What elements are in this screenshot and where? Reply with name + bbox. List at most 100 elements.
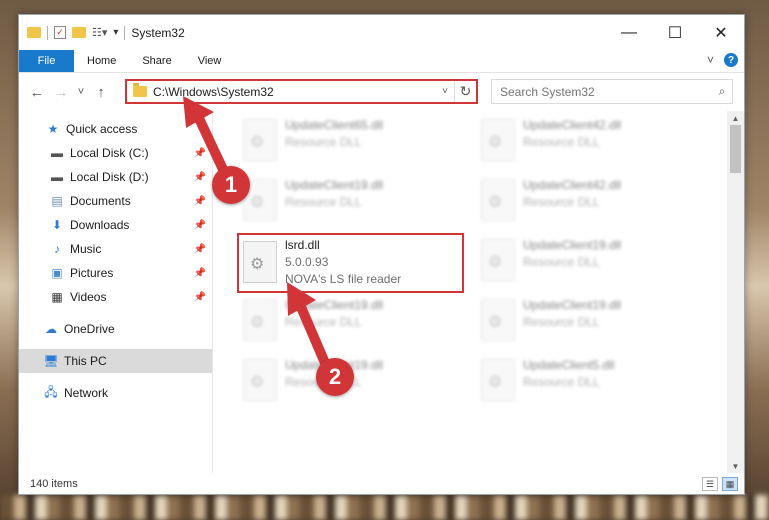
back-button[interactable]: ←: [25, 80, 49, 104]
search-icon[interactable]: ⌕: [712, 84, 732, 99]
file-description: Resource DLL: [285, 195, 362, 209]
step-1-badge: 1: [212, 166, 250, 204]
file-name: UpdateClient19.dll: [285, 178, 384, 192]
pin-icon[interactable]: 📌: [194, 148, 206, 159]
search-input[interactable]: [500, 84, 712, 99]
vertical-scrollbar[interactable]: ▲ ▼: [727, 111, 744, 473]
file-item[interactable]: UpdateClient19.dll Resource DLL: [477, 233, 702, 291]
file-item[interactable]: UpdateClient19.dll Resource DLL: [477, 293, 702, 351]
sidebar-item-downloads[interactable]: ⬇ Downloads 📌: [19, 213, 212, 237]
qat-dropdown-icon[interactable]: ▾: [113, 27, 118, 38]
pin-icon[interactable]: 📌: [194, 292, 206, 303]
pin-icon[interactable]: 📌: [194, 268, 206, 279]
window-title: System32: [131, 25, 185, 40]
dll-file-icon: [243, 299, 277, 341]
scroll-down-icon[interactable]: ▼: [727, 459, 744, 473]
navigation-pane: ★ Quick access ▬ Local Disk (C:) 📌 ▬ Loc…: [19, 111, 213, 473]
tab-home[interactable]: Home: [74, 50, 129, 72]
pin-icon[interactable]: 📌: [194, 172, 206, 183]
large-icons-view-icon[interactable]: ▦: [722, 477, 738, 491]
file-description: Resource DLL: [285, 135, 362, 149]
file-list: UpdateClient65.dll Resource DLL UpdateCli…: [221, 111, 731, 473]
sidebar-item-label: OneDrive: [64, 322, 115, 336]
ribbon-right-controls: ˅ ?: [707, 53, 738, 67]
dll-file-icon: [481, 359, 515, 401]
file-description: NOVA's LS file reader: [285, 272, 402, 286]
sidebar-item-pictures[interactable]: ▣ Pictures 📌: [19, 261, 212, 285]
sidebar-item-this-pc[interactable]: 🖥 This PC: [19, 349, 212, 373]
details-view-icon[interactable]: ☰: [702, 477, 718, 491]
sidebar-item-quick-access[interactable]: ★ Quick access: [19, 117, 212, 141]
refresh-button[interactable]: ↻: [454, 81, 476, 102]
sidebar-item-label: Network: [64, 386, 109, 400]
dll-file-icon: [481, 239, 515, 281]
sidebar-item-label: Documents: [70, 194, 131, 208]
sidebar-item-label: Downloads: [70, 218, 130, 232]
tab-view[interactable]: View: [185, 50, 235, 72]
file-item[interactable]: UpdateClient19.dll Resource DLL: [239, 293, 464, 351]
network-icon: 🖧: [44, 384, 58, 399]
dll-file-icon: [481, 179, 515, 221]
minimize-button[interactable]: —: [606, 15, 652, 50]
sidebar-item-music[interactable]: ♪ Music 📌: [19, 237, 212, 261]
file-item[interactable]: UpdateClient19.dll Resource DLL: [239, 173, 464, 231]
tab-file[interactable]: File: [19, 50, 74, 72]
scroll-up-icon[interactable]: ▲: [727, 111, 744, 125]
sidebar-item-local-disk-d[interactable]: ▬ Local Disk (D:) 📌: [19, 165, 212, 189]
customize-qat-icon[interactable]: ☷▾: [92, 26, 107, 39]
ribbon-tabs: File Home Share View ˅ ?: [19, 50, 744, 73]
up-button[interactable]: ↑: [89, 80, 113, 104]
sidebar-item-label: Music: [70, 242, 102, 256]
pin-icon[interactable]: 📌: [194, 220, 206, 231]
sidebar-item-label: Quick access: [66, 122, 138, 136]
scroll-thumb[interactable]: [730, 125, 741, 173]
sidebar-item-label: Pictures: [70, 266, 114, 280]
sidebar-item-onedrive[interactable]: ☁ OneDrive: [19, 317, 212, 341]
address-path[interactable]: C:\Windows\System32: [153, 85, 436, 99]
explorer-body: ★ Quick access ▬ Local Disk (C:) 📌 ▬ Loc…: [19, 111, 746, 473]
file-explorer-window: ✓ ☷▾ ▾ System32 — ☐ ✕ File Home Share Vi…: [18, 14, 745, 495]
dll-file-icon: [481, 299, 515, 341]
dll-file-icon: [243, 241, 277, 283]
sidebar-item-documents[interactable]: ▤ Documents 📌: [19, 189, 212, 213]
file-name: UpdateClient19.dll: [523, 238, 622, 252]
dll-file-icon: [481, 119, 515, 161]
view-buttons: ☰ ▦: [702, 477, 738, 491]
address-dropdown-icon[interactable]: ˅: [436, 86, 454, 97]
pin-icon[interactable]: 📌: [194, 244, 206, 255]
status-bar: 140 items ☰ ▦: [19, 473, 746, 495]
pin-icon[interactable]: 📌: [194, 196, 206, 207]
recent-locations-button[interactable]: ˅: [73, 80, 89, 104]
address-bar[interactable]: C:\Windows\System32 ˅ ↻: [125, 79, 478, 104]
window-controls: — ☐ ✕: [606, 15, 744, 50]
quick-access-toolbar: ✓ ☷▾ ▾: [19, 25, 126, 40]
file-name: UpdateClient65.dll: [285, 118, 384, 132]
dll-file-icon: [243, 359, 277, 401]
dll-file-icon: [243, 119, 277, 161]
sidebar-item-network[interactable]: 🖧 Network: [19, 381, 212, 405]
computer-icon: 🖥: [43, 354, 59, 368]
videos-icon: ▦: [51, 290, 63, 304]
sidebar-item-local-disk-c[interactable]: ▬ Local Disk (C:) 📌: [19, 141, 212, 165]
file-description: Resource DLL: [523, 315, 600, 329]
help-icon[interactable]: ?: [724, 53, 738, 67]
documents-icon: ▤: [51, 194, 63, 208]
maximize-button[interactable]: ☐: [652, 15, 698, 50]
new-folder-icon[interactable]: [72, 27, 86, 38]
file-item-lsrd-dll[interactable]: lsrd.dll 5.0.0.93 NOVA's LS file reader: [237, 233, 464, 293]
close-button[interactable]: ✕: [698, 15, 744, 50]
properties-icon[interactable]: ✓: [54, 26, 66, 39]
search-box[interactable]: ⌕: [491, 79, 733, 104]
sidebar-item-videos[interactable]: ▦ Videos 📌: [19, 285, 212, 309]
file-name: UpdateClient42.dll: [523, 178, 622, 192]
expand-ribbon-icon[interactable]: ˅: [707, 53, 714, 67]
file-item[interactable]: UpdateClient5.dll Resource DLL: [477, 353, 702, 411]
file-item[interactable]: UpdateClient42.dll Resource DLL: [477, 173, 702, 231]
file-description: Resource DLL: [523, 135, 600, 149]
file-name: UpdateClient42.dll: [523, 118, 622, 132]
tab-share[interactable]: Share: [129, 50, 184, 72]
forward-button[interactable]: →: [49, 80, 73, 104]
title-bar: ✓ ☷▾ ▾ System32 — ☐ ✕: [19, 15, 744, 50]
file-item[interactable]: UpdateClient42.dll Resource DLL: [477, 113, 702, 171]
file-item[interactable]: UpdateClient65.dll Resource DLL: [239, 113, 464, 171]
